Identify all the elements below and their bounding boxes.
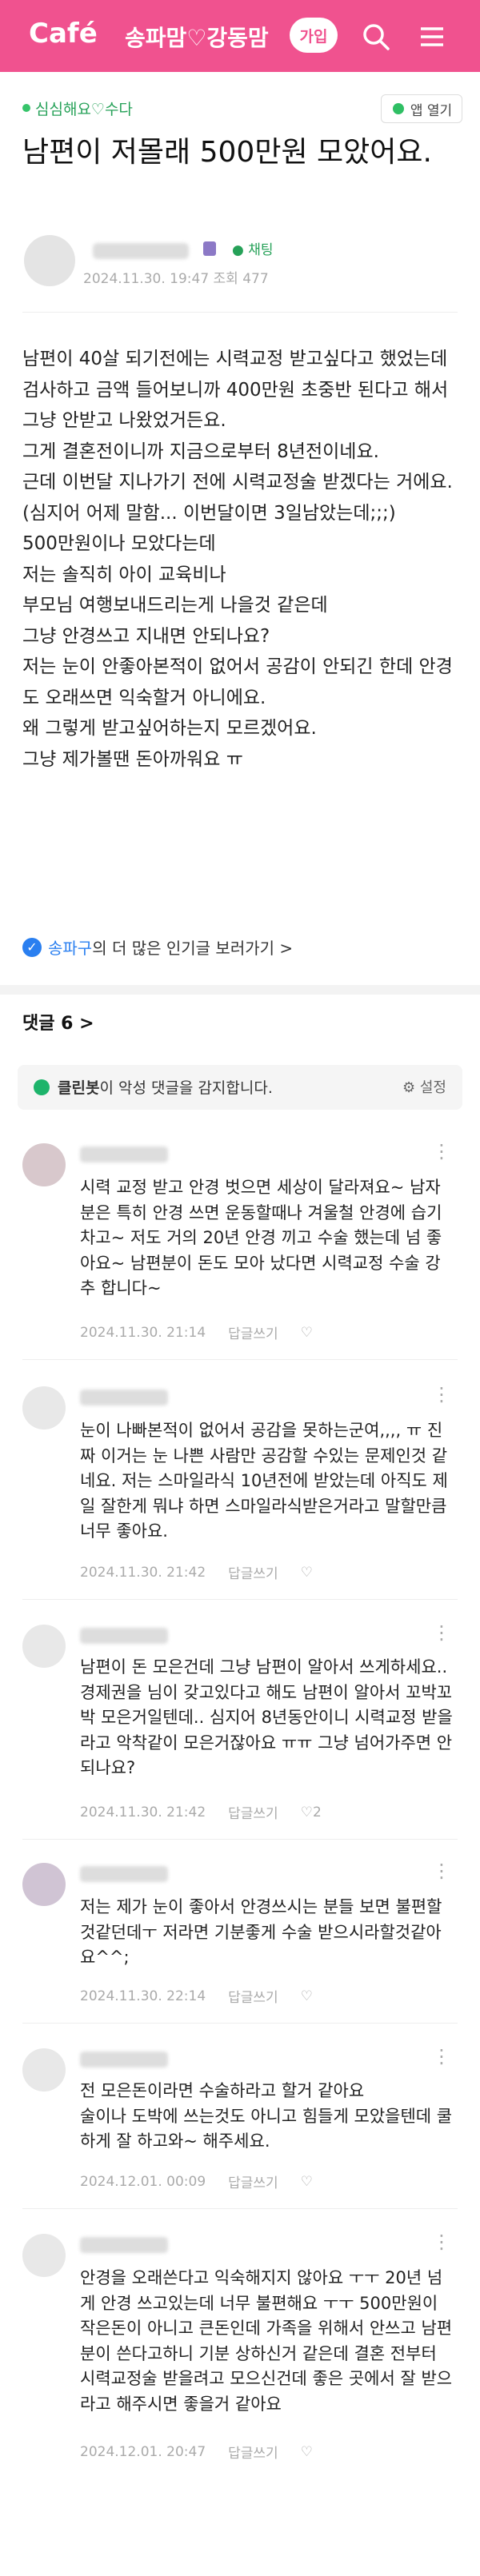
post-body: 남편이 40살 되기전에는 시력교정 받고싶다고 했었는데 검사하고 금액 들어… bbox=[22, 349, 453, 770]
reply-button[interactable]: 답글쓰기 bbox=[228, 2442, 278, 2462]
comment-meta: 2024.12.01. 00:09 답글쓰기 ♡ bbox=[80, 2171, 313, 2192]
comment-avatar[interactable] bbox=[22, 1625, 66, 1668]
like-button[interactable]: ♡2 bbox=[301, 1804, 322, 1820]
post-title: 남편이 저몰래 500만원 모았어요. bbox=[22, 136, 432, 169]
comment-date: 2024.12.01. 20:47 bbox=[80, 2443, 206, 2460]
comment-date: 2024.11.30. 21:42 bbox=[80, 1804, 206, 1820]
cleanbot-setting-button[interactable]: ⚙ 설정 bbox=[402, 1076, 446, 1097]
heart-icon: ♡ bbox=[300, 1564, 313, 1581]
comment-text: 안경을 오래쓴다고 익숙해지지 않아요 ㅜㅜ 20년 넘게 안경 쓰고있는데 너… bbox=[80, 2268, 453, 2414]
comment-date: 2024.11.30. 22:14 bbox=[80, 1988, 206, 2004]
like-button[interactable]: ♡ bbox=[301, 2174, 313, 2190]
more-options-icon[interactable]: ⋮ bbox=[432, 1621, 451, 1644]
chat-label: 채팅 bbox=[248, 242, 274, 258]
chat-icon: ● bbox=[232, 242, 244, 258]
heart-icon: ♡ bbox=[300, 1324, 313, 1341]
comments-count[interactable]: 댓글 6 > bbox=[22, 1009, 94, 1035]
comment-author-blurred[interactable] bbox=[80, 2237, 168, 2253]
comment-avatar[interactable] bbox=[22, 1143, 66, 1186]
comment-author-blurred[interactable] bbox=[80, 1628, 168, 1644]
comment-avatar[interactable] bbox=[22, 2048, 66, 2092]
comment-meta: 2024.11.30. 21:42 답글쓰기 ♡2 bbox=[80, 1802, 322, 1823]
app-open-button[interactable]: 앱 열기 bbox=[381, 94, 462, 123]
post-tag-row: 심심해요♡수다 앱 열기 bbox=[0, 94, 480, 126]
comment-date: 2024.11.30. 21:14 bbox=[80, 1324, 206, 1341]
more-link-text: 의 더 많은 인기글 보러가기 > bbox=[92, 939, 294, 958]
cafe-name[interactable]: 송파맘♡강동맘 bbox=[125, 21, 269, 53]
more-options-icon[interactable]: ⋮ bbox=[432, 1383, 451, 1406]
more-options-icon[interactable]: ⋮ bbox=[432, 1860, 451, 1882]
cafe-logo[interactable]: Café bbox=[29, 18, 98, 50]
reply-button[interactable]: 답글쓰기 bbox=[228, 1986, 278, 2006]
cleanbot-setting-label: 설정 bbox=[419, 1079, 446, 1096]
cleanbot-banner: 클린봇이 악성 댓글을 감지합니다. ⚙ 설정 bbox=[18, 1065, 462, 1110]
heart-icon: ♡ bbox=[300, 1988, 313, 2004]
join-button[interactable]: 가입 bbox=[290, 18, 338, 53]
section-divider bbox=[0, 985, 480, 995]
like-button[interactable]: ♡ bbox=[301, 1325, 313, 1341]
member-level-icon bbox=[203, 241, 216, 256]
comment-avatar[interactable] bbox=[22, 2234, 66, 2277]
comment-text: 남편이 돈 모은건데 그냥 남편이 알아서 쓰게하세요.. 경제권을 님이 갖고… bbox=[80, 1657, 453, 1777]
more-link-region[interactable]: 송파구 bbox=[48, 939, 92, 958]
app-open-label: 앱 열기 bbox=[410, 102, 453, 119]
search-icon[interactable] bbox=[360, 21, 392, 53]
divider bbox=[22, 2208, 458, 2209]
post-category[interactable]: 심심해요♡수다 bbox=[35, 98, 133, 119]
cleanbot-message: 이 악성 댓글을 감지합니다. bbox=[99, 1079, 273, 1097]
divider bbox=[22, 1839, 458, 1840]
more-options-icon[interactable]: ⋮ bbox=[432, 1140, 451, 1162]
more-options-icon[interactable]: ⋮ bbox=[432, 2231, 451, 2253]
reply-button[interactable]: 답글쓰기 bbox=[228, 1322, 278, 1342]
reply-button[interactable]: 답글쓰기 bbox=[228, 1562, 278, 1582]
reply-button[interactable]: 답글쓰기 bbox=[228, 2171, 278, 2191]
menu-icon[interactable] bbox=[416, 21, 448, 53]
heart-icon: ♡ bbox=[300, 2173, 313, 2190]
comment-text: 전 모은돈이라면 수술하라고 할거 같아요 술이나 도박에 쓰는것도 아니고 힘… bbox=[80, 2081, 453, 2151]
comment-date: 2024.12.01. 00:09 bbox=[80, 2173, 206, 2190]
heart-icon: ♡ bbox=[300, 1804, 313, 1820]
app-header: Café 송파맘♡강동맘 가입 bbox=[0, 0, 480, 72]
comment-text: 시력 교정 받고 안경 벗으면 세상이 달라져요~ 남자분은 특히 안경 쓰면 … bbox=[80, 1178, 442, 1298]
comment-meta: 2024.11.30. 21:42 답글쓰기 ♡ bbox=[80, 1562, 313, 1583]
author-avatar[interactable] bbox=[24, 235, 75, 286]
more-popular-link[interactable]: ✓ 송파구의 더 많은 인기글 보러가기 > bbox=[22, 935, 293, 959]
divider bbox=[22, 2023, 458, 2024]
comment-meta: 2024.12.01. 20:47 답글쓰기 ♡ bbox=[80, 2442, 313, 2462]
like-count: 2 bbox=[312, 1804, 322, 1820]
heart-icon: ♡ bbox=[300, 2443, 313, 2460]
comment-date: 2024.11.30. 21:42 bbox=[80, 1564, 206, 1581]
like-button[interactable]: ♡ bbox=[301, 2444, 313, 2460]
check-badge-icon: ✓ bbox=[22, 937, 42, 957]
comment-author-blurred[interactable] bbox=[80, 1866, 168, 1882]
comment-meta: 2024.11.30. 22:14 답글쓰기 ♡ bbox=[80, 1986, 313, 2007]
comment-author-blurred[interactable] bbox=[80, 1146, 168, 1162]
cleanbot-name: 클린봇 bbox=[58, 1079, 100, 1097]
divider bbox=[22, 1359, 458, 1360]
comment-text: 눈이 나빠본적이 없어서 공감을 못하는군여,,,, ㅠ 진짜 이거는 눈 나쁜… bbox=[80, 1421, 448, 1541]
comment-author-blurred[interactable] bbox=[80, 1390, 168, 1406]
cleanbot-icon bbox=[34, 1079, 50, 1095]
reply-button[interactable]: 답글쓰기 bbox=[228, 1802, 278, 1822]
like-button[interactable]: ♡ bbox=[301, 1988, 313, 2004]
leaf-icon bbox=[392, 103, 404, 114]
like-button[interactable]: ♡ bbox=[301, 1565, 313, 1581]
cleanbot-text: 클린봇이 악성 댓글을 감지합니다. bbox=[58, 1076, 273, 1098]
category-dot-icon bbox=[22, 104, 30, 112]
author-name-blurred[interactable] bbox=[93, 243, 189, 259]
more-options-icon[interactable]: ⋮ bbox=[432, 2045, 451, 2068]
author-row: ● 채팅 2024.11.30. 19:47 조회 477 bbox=[0, 235, 480, 291]
comment-avatar[interactable] bbox=[22, 1863, 66, 1906]
comment-author-blurred[interactable] bbox=[80, 2052, 168, 2068]
chat-link[interactable]: ● 채팅 bbox=[232, 238, 274, 258]
divider bbox=[22, 312, 458, 313]
divider bbox=[22, 1599, 458, 1600]
comment-text: 저는 제가 눈이 좋아서 안경쓰시는 분들 보면 불편할것같던데ㅜ 저라면 기분… bbox=[80, 1897, 442, 1967]
comment-avatar[interactable] bbox=[22, 1386, 66, 1430]
comment-meta: 2024.11.30. 21:14 답글쓰기 ♡ bbox=[80, 1322, 313, 1343]
post-meta: 2024.11.30. 19:47 조회 477 bbox=[83, 271, 269, 287]
